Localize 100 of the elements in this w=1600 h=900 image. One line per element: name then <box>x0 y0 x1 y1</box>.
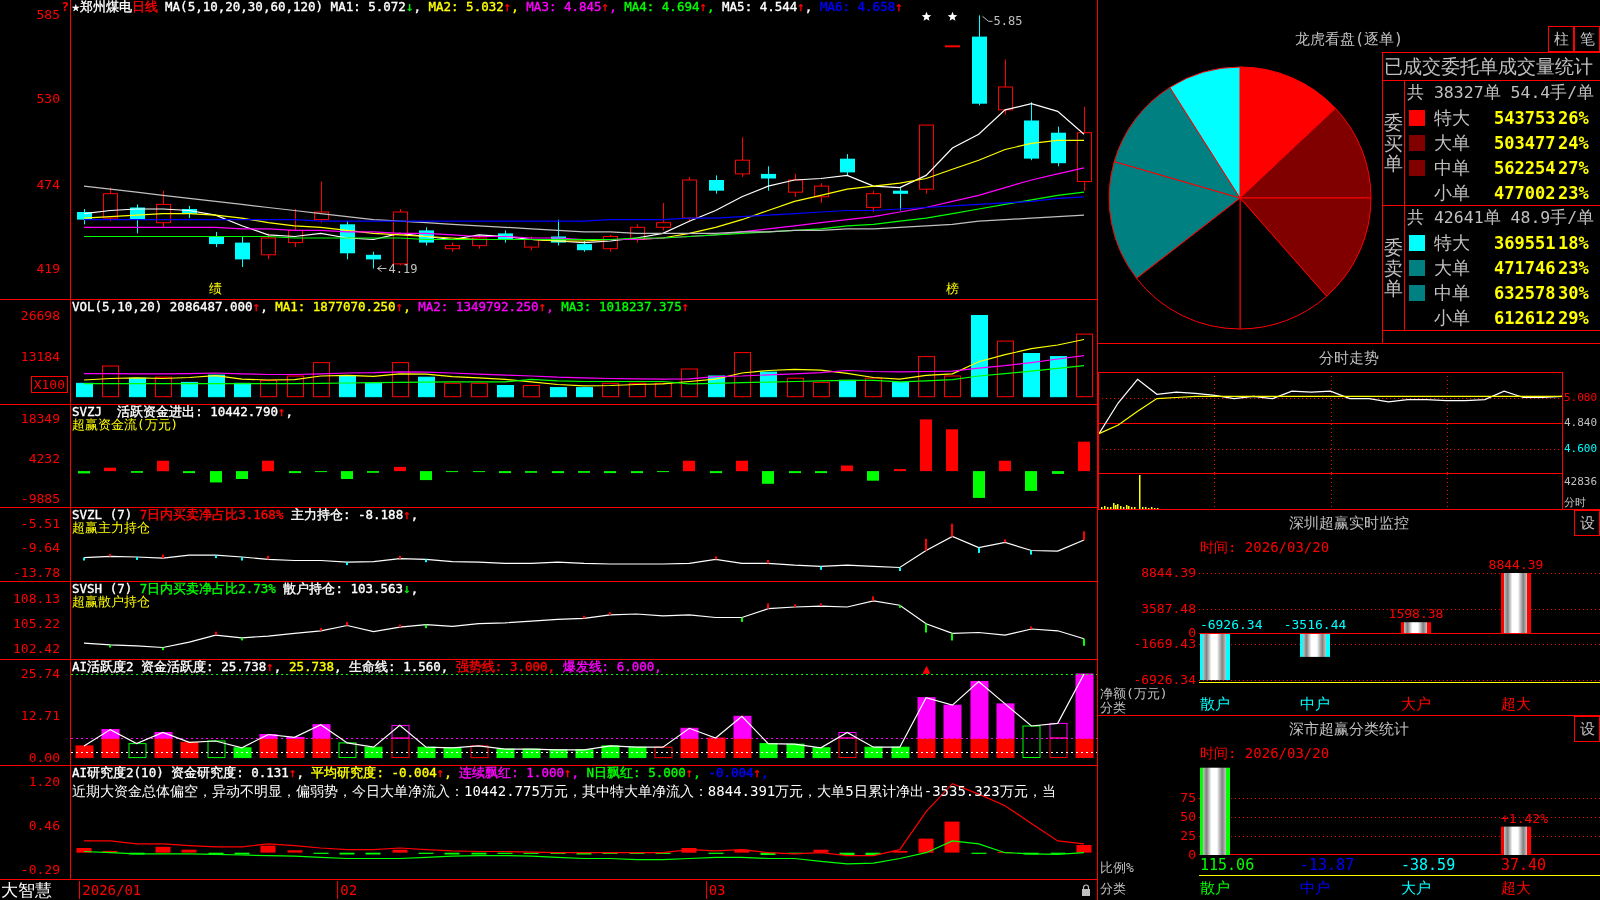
order-summary: 共 42641单 48.9手/单 <box>1407 207 1596 229</box>
axis-tick-label: 12.71 <box>20 709 60 724</box>
bar-value-label: -38.59 <box>1401 856 1456 874</box>
axis-tick-label: 0 <box>1188 626 1196 640</box>
axis-tick-label: 50 <box>1180 810 1196 825</box>
bar-value-label: -6926.34 <box>1199 617 1263 632</box>
unit-label: X100 <box>30 376 68 393</box>
axis-label: 分时 <box>1564 497 1586 509</box>
indicator-subtitle: 超赢散户持仓 <box>72 595 150 608</box>
order-volume: 562254 <box>1493 157 1557 178</box>
bar-value-label: 8844.39 <box>1488 557 1544 572</box>
event-label: 榜 <box>945 281 959 296</box>
axis-tick-label: -5.51 <box>20 517 60 532</box>
high-price-label: 5.85 <box>982 14 1023 29</box>
axis-tick-label: 0 <box>1188 848 1196 862</box>
axis-tick-label: 13184 <box>20 349 60 364</box>
axis-tick-label: -13.78 <box>13 565 60 580</box>
axis-tick-label: -6926.34 <box>1133 673 1196 687</box>
axis-tick-label: 75 <box>1180 791 1196 806</box>
indicator-legend: SVZJ 活跃资金进出: 10442.790↑, <box>72 405 293 418</box>
annotation: 4.19 <box>388 261 418 276</box>
bar-value-label: 1598.38 <box>1388 606 1444 622</box>
panel-title: 深圳超赢实时监控 <box>1289 513 1409 533</box>
report-date: 时间: 2026/03/20 <box>1199 538 1331 557</box>
category-label: 超大 <box>1501 879 1531 897</box>
panel-title: 龙虎看盘(逐单) <box>1294 29 1404 49</box>
order-share: 29% <box>1558 307 1590 328</box>
order-share: 24% <box>1558 132 1590 153</box>
order-size-label: 小单 <box>1434 180 1471 205</box>
order-volume: 632578 <box>1493 282 1557 303</box>
category-label: 超大 <box>1501 695 1531 713</box>
order-size-label: 小单 <box>1434 305 1471 330</box>
order-share: 30% <box>1558 282 1590 303</box>
order-summary: 共 38327单 54.4手/单 <box>1407 82 1596 104</box>
indicator-legend: AI活跃度2 资金活跃度: 25.738↑, 25.738, 生命线: 1.560, 强势线: 3.000, 爆发线: 6.000, <box>72 660 662 673</box>
indicator-legend: SVSH (7) 7日内买卖净占比2.73% 散户持仓: 103.563↓, <box>72 582 419 595</box>
low-price-label: 4.19 <box>377 261 418 276</box>
order-share: 27% <box>1558 157 1590 178</box>
indicator-legend: AI研究度2(10) 资金研究度: 0.131↑, 平均研究度: -0.004↑, 连续飘红: 1.000↑, N日飘红: 5.000↑, -0.004↑, <box>72 766 1056 779</box>
axis-tick-label: 530 <box>36 92 60 107</box>
order-volume: 612612 <box>1493 307 1557 328</box>
order-share: 18% <box>1558 232 1590 253</box>
side-label: 委买单 <box>1384 111 1403 175</box>
category-label: 散户 <box>1200 879 1230 897</box>
order-size-label: 特大 <box>1434 230 1471 255</box>
side-label: 委卖单 <box>1384 236 1403 300</box>
axis-tick-label: 0.46 <box>28 818 60 833</box>
category-label: 中户 <box>1300 695 1330 713</box>
date-axis-label: 2026/01 <box>79 881 142 899</box>
axis-label: 分类 <box>1100 881 1126 896</box>
indicator-legend: SVZL (7) 7日内买卖净占比3.168% 主力持仓: -8.188↑, <box>72 508 419 521</box>
panel-title: 深市超赢分类统计 <box>1289 719 1409 739</box>
order-size-label: 大单 <box>1434 255 1471 280</box>
date-axis-label: 02 <box>337 881 358 899</box>
axis-tick-label: 25 <box>1180 829 1196 843</box>
annotation: 5.85 <box>993 14 1023 29</box>
event-label: 绩 <box>209 281 223 296</box>
axis-tick-label: 419 <box>36 261 60 276</box>
order-size-label: 特大 <box>1434 105 1471 130</box>
axis-tick-label: 4.840 <box>1564 417 1598 429</box>
axis-tick-label: 25.74 <box>20 666 60 681</box>
axis-tick-label: -1669.43 <box>1133 637 1196 652</box>
indicator-subtitle: 超赢资金流(万元) <box>72 418 179 431</box>
axis-tick-label: 18349 <box>20 412 60 427</box>
axis-tick-label: 474 <box>36 177 60 192</box>
order-share: 23% <box>1558 182 1590 203</box>
axis-tick-label: 4.600 <box>1564 442 1598 455</box>
axis-tick-label: 1.20 <box>28 775 60 790</box>
table-title: 已成交委托单成交量统计 <box>1383 53 1600 81</box>
category-label: 中户 <box>1300 879 1330 897</box>
axis-tick-label: 3587.48 <box>1141 601 1196 616</box>
axis-tick-label: 4232 <box>28 452 60 467</box>
order-volume: 543753 <box>1493 107 1557 128</box>
bar-annotation: +1.42% <box>1501 810 1548 826</box>
order-volume: 503477 <box>1493 132 1557 153</box>
axis-tick-label: 585 <box>36 8 60 23</box>
axis-tick-label: 102.42 <box>13 642 60 657</box>
axis-tick-label: 0.00 <box>28 750 60 765</box>
date-axis-label: 03 <box>705 881 726 899</box>
order-share: 23% <box>1558 257 1590 278</box>
order-volume: 471746 <box>1493 257 1557 278</box>
brand-label: 大智慧 <box>0 880 53 900</box>
axis-tick-label: -0.29 <box>20 862 60 877</box>
bar-value-label: 115.06 <box>1200 856 1255 874</box>
indicator-legend: ★郑州煤电日线 MA(5,10,20,30,60,120) MA1: 5.072↓, MA2: 5.032↑, MA3: 4.845↑, MA4: 4.694↑, MA5: 4.544↑, MA6: 4.658↑ <box>72 0 903 13</box>
volume-max-label: 42836 <box>1564 476 1598 488</box>
axis-tick-label: -9885 <box>20 492 60 506</box>
order-share: 26% <box>1558 107 1590 128</box>
category-label: 大户 <box>1401 879 1431 897</box>
axis-tick-label: -9.64 <box>20 541 60 556</box>
axis-tick-label: 26698 <box>20 308 60 323</box>
order-size-label: 中单 <box>1434 280 1471 305</box>
axis-label: 净额(万元) <box>1100 687 1169 701</box>
axis-tick-label: 8844.39 <box>1141 566 1196 580</box>
axis-tick-label: 108.13 <box>13 591 60 606</box>
bar-value-label: 37.40 <box>1501 856 1547 874</box>
order-size-label: 大单 <box>1434 130 1471 155</box>
panel-title: 分时走势 <box>1319 348 1379 368</box>
category-label: 大户 <box>1401 695 1431 713</box>
bar-value-label: -13.87 <box>1300 856 1355 874</box>
